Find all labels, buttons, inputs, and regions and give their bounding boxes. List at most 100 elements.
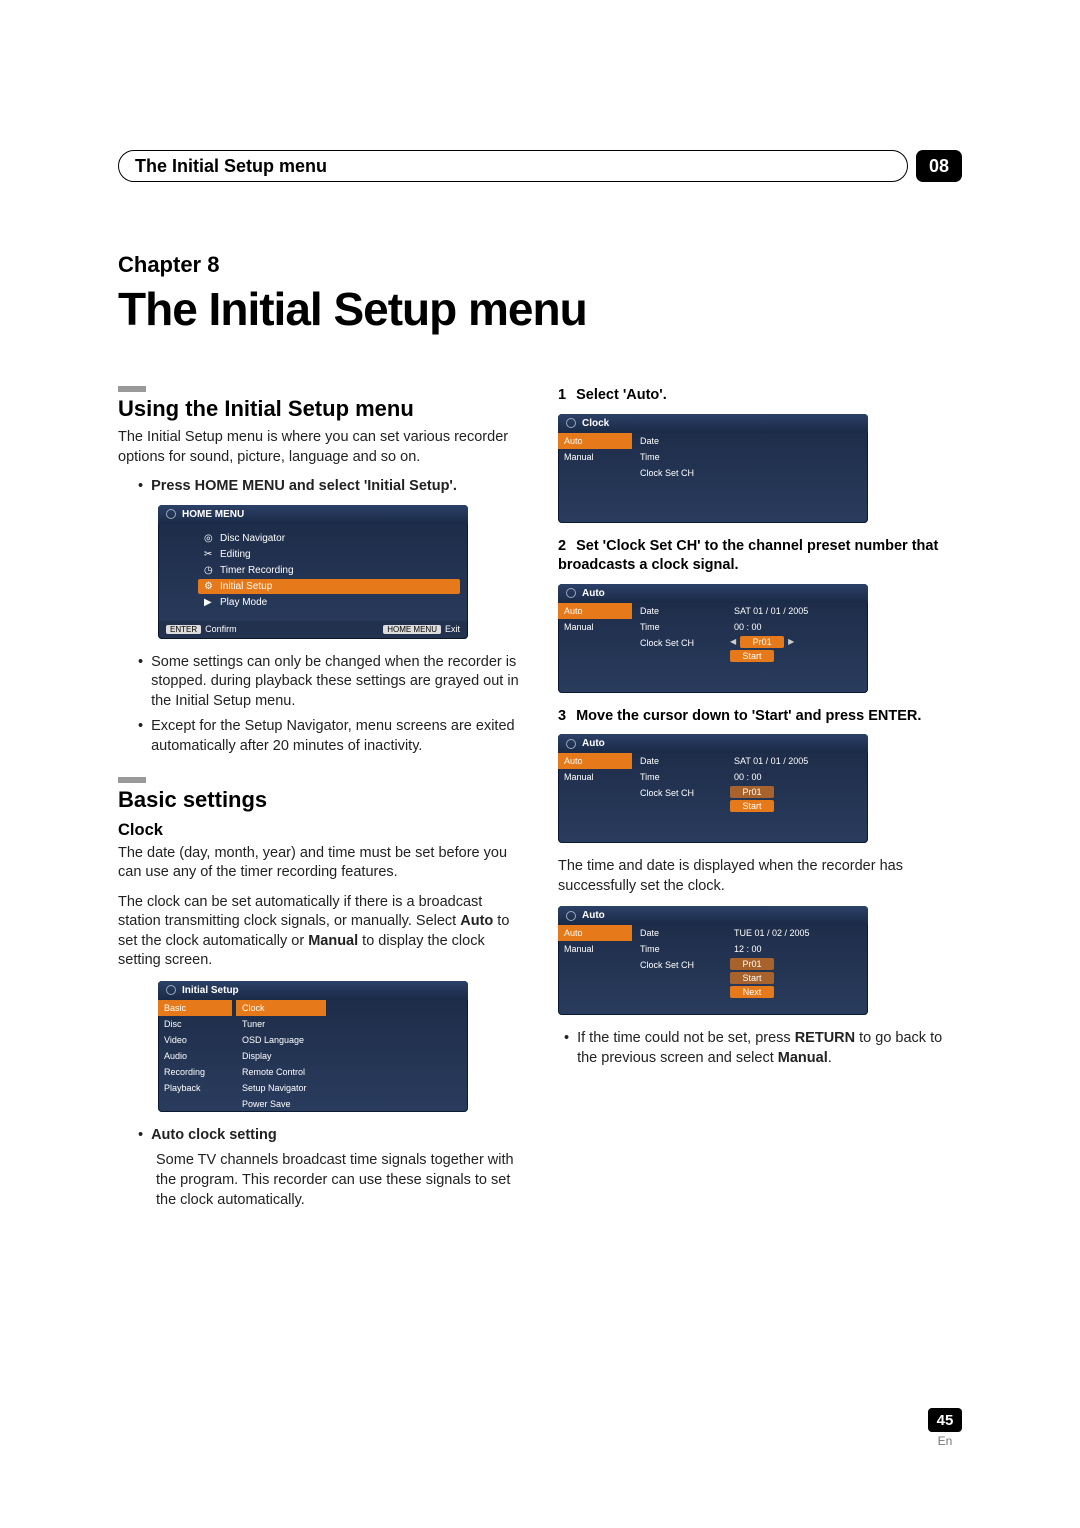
tab-auto: Auto [558, 925, 632, 941]
osd-clock-set-ch: Auto Auto Manual Date Time Clock Set CH [558, 584, 868, 693]
scissors-icon: ✂ [204, 549, 214, 559]
auto-clock-heading: Auto clock setting [151, 1126, 277, 1146]
osd-title: HOME MENU [182, 509, 244, 520]
chapter-number: 08 [929, 156, 949, 177]
auto-clock-heading-row: • Auto clock setting [138, 1126, 522, 1146]
value-date: SAT 01 / 01 / 2005 [730, 603, 868, 619]
osd-title: Auto [582, 738, 605, 749]
gear-icon [566, 588, 576, 598]
opt-power-save: Power Save [236, 1096, 326, 1112]
opt-tuner: Tuner [236, 1016, 326, 1032]
osd-title: Auto [582, 910, 605, 921]
section-title-basic: Basic settings [118, 787, 522, 813]
osd-header: Clock [558, 414, 868, 433]
field-time: Time [636, 449, 726, 465]
osd-empty-pane [330, 1000, 468, 1112]
osd-clock-select-auto: Clock Auto Manual Date Time Clock Set CH [558, 414, 868, 523]
tab-recording: Recording [158, 1064, 232, 1080]
start-button: Start [730, 650, 774, 662]
osd-body: Basic Disc Video Audio Recording Playbac… [158, 1000, 468, 1112]
gear-icon [566, 418, 576, 428]
field-time: Time [636, 941, 726, 957]
chapter-heading: Chapter 8 The Initial Setup menu [118, 252, 962, 336]
field-time: Time [636, 619, 726, 635]
home-icon [166, 509, 176, 519]
opt-remote: Remote Control [236, 1064, 326, 1080]
osd-body: ◎Disc Navigator ✂Editing ◷Timer Recordin… [158, 524, 468, 621]
header-pill: The Initial Setup menu [118, 150, 908, 182]
field-clock-ch: Clock Set CH [636, 957, 726, 973]
field-clock-ch: Clock Set CH [636, 465, 726, 481]
osd-initial-setup: Initial Setup Basic Disc Video Audio Rec… [158, 981, 468, 1112]
opt-clock: Clock [236, 1000, 326, 1016]
tab-manual: Manual [558, 619, 632, 635]
value-time: 00 : 00 [730, 619, 868, 635]
clock-p1: The date (day, month, year) and time mus… [118, 844, 522, 883]
field-date: Date [636, 603, 726, 619]
value-date: TUE 01 / 02 / 2005 [730, 925, 868, 941]
tab-manual: Manual [558, 769, 632, 785]
tab-manual: Manual [558, 449, 632, 465]
section-marker [118, 386, 146, 392]
osd-title: Auto [582, 588, 605, 599]
osd-home-menu: HOME MENU ◎Disc Navigator ✂Editing ◷Time… [158, 505, 468, 639]
field-date: Date [636, 433, 726, 449]
osd-option-list: Clock Tuner OSD Language Display Remote … [236, 1000, 326, 1112]
opt-display: Display [236, 1048, 326, 1064]
opt-osd-lang: OSD Language [236, 1032, 326, 1048]
menu-item-play-mode: ▶Play Mode [198, 595, 460, 610]
section-marker [118, 777, 146, 783]
value-time: 12 : 00 [730, 941, 868, 957]
gear-icon [566, 739, 576, 749]
value-time: 00 : 00 [730, 769, 868, 785]
page-footer: 45 En [928, 1408, 962, 1448]
note-grayed-out: • Some settings can only be changed when… [138, 653, 522, 712]
clock-heading: Clock [118, 821, 522, 840]
menu-item-editing: ✂Editing [198, 547, 460, 562]
osd-header: HOME MENU [158, 505, 468, 524]
start-button: Start [730, 800, 774, 812]
value-ch: Pr01 [730, 786, 774, 798]
left-arrow-icon: ◀ [730, 637, 736, 646]
osd-clock-success: Auto Auto Manual Date Time Clock Set CH [558, 906, 868, 1015]
osd-header: Initial Setup [158, 981, 468, 1000]
osd-title: Clock [582, 418, 609, 429]
gear-icon [166, 985, 176, 995]
clock-p2: The clock can be set automatically if th… [118, 893, 522, 971]
section-intro: The Initial Setup menu is where you can … [118, 428, 522, 467]
step-2: 2Set 'Clock Set CH' to the channel prese… [558, 537, 962, 576]
tab-audio: Audio [158, 1048, 232, 1064]
tab-auto: Auto [558, 753, 632, 769]
bullet-icon: • [138, 477, 143, 497]
play-icon: ▶ [204, 597, 214, 607]
menu-item-initial-setup: ⚙Initial Setup [198, 579, 460, 594]
chapter-number-badge: 08 [916, 150, 962, 182]
home-key-icon: HOME MENU [383, 625, 441, 634]
right-column: 1Select 'Auto'. Clock Auto Manual Date [558, 386, 962, 1220]
value-ch: Pr01 [730, 958, 774, 970]
step-text: Press HOME MENU and select 'Initial Setu… [151, 477, 457, 497]
opt-setup-nav: Setup Navigator [236, 1080, 326, 1096]
page-number: 45 [928, 1408, 962, 1432]
tab-auto: Auto [558, 433, 632, 449]
clock-icon: ◷ [204, 565, 214, 575]
fail-note: • If the time could not be set, press RE… [564, 1029, 962, 1068]
right-arrow-icon: ▶ [788, 637, 794, 646]
gear-icon: ⚙ [204, 581, 214, 591]
value-ch: Pr01 [740, 636, 784, 648]
field-clock-ch: Clock Set CH [636, 635, 726, 651]
menu-item-timer-rec: ◷Timer Recording [198, 563, 460, 578]
left-column: Using the Initial Setup menu The Initial… [118, 386, 522, 1220]
menu-item-disc-navigator: ◎Disc Navigator [198, 531, 460, 546]
header-title: The Initial Setup menu [135, 156, 327, 177]
bullet-icon: • [138, 717, 143, 756]
page-lang: En [928, 1434, 962, 1448]
tab-basic: Basic [158, 1000, 232, 1016]
note-timeout: • Except for the Setup Navigator, menu s… [138, 717, 522, 756]
field-date: Date [636, 753, 726, 769]
osd-footer: ENTERConfirm HOME MENUExit [158, 621, 468, 639]
chapter-title: The Initial Setup menu [118, 282, 962, 336]
bullet-icon: • [138, 653, 143, 712]
tab-video: Video [158, 1032, 232, 1048]
tab-auto: Auto [558, 603, 632, 619]
